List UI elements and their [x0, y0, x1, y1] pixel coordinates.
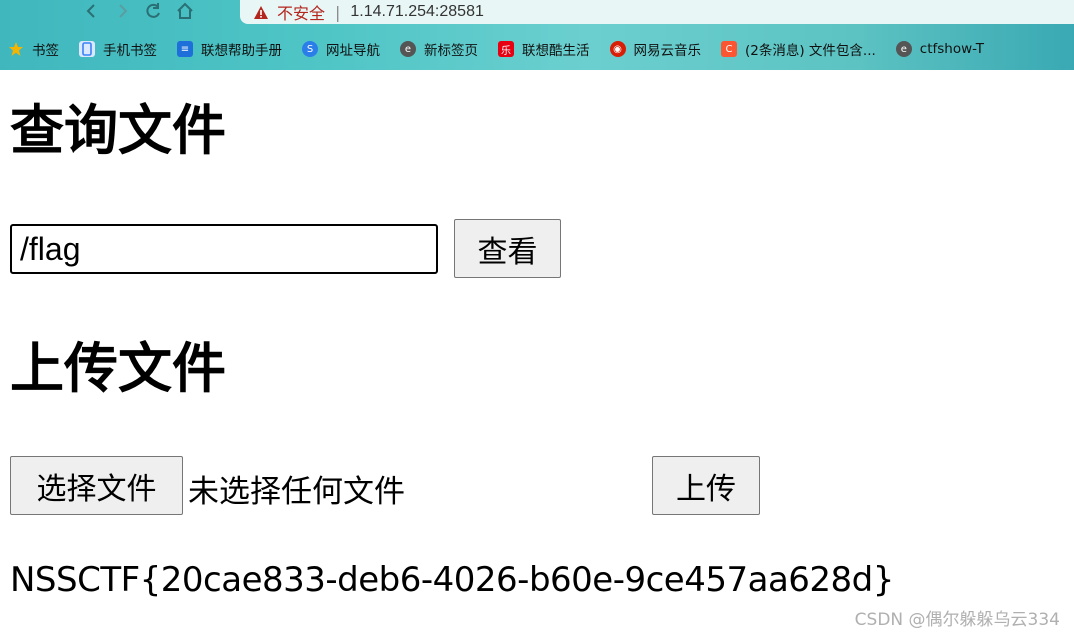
address-separator: |	[335, 2, 341, 22]
flag-output: NSSCTF{20cae833-deb6-4026-b60e-9ce457aa6…	[10, 560, 894, 600]
security-label[interactable]: 不安全	[277, 0, 325, 24]
doc-icon: ≡	[177, 41, 193, 57]
warning-icon	[253, 5, 269, 20]
no-file-label: 未选择任何文件	[188, 474, 405, 510]
reload-icon[interactable]	[144, 2, 162, 20]
bookmark-label: 手机书签	[103, 43, 157, 59]
page-content: 查询文件 查看 上传文件 选择文件 未选择任何文件 上传 NSSCTF{20ca…	[0, 70, 1074, 640]
e-icon: e	[895, 41, 912, 57]
bookmark-label: 联想帮助手册	[201, 43, 282, 59]
e-icon: e	[400, 41, 416, 57]
phone-icon	[79, 41, 95, 57]
bookmark-item[interactable]: 书签	[8, 39, 59, 59]
lenovo-icon: 乐	[498, 41, 514, 57]
watermark: CSDN @偶尔躲躲乌云334	[854, 610, 1060, 630]
browser-chrome: 不安全 | 1.14.71.254:28581 书签 手机书签 ≡ 联想帮助手册…	[0, 0, 1074, 70]
query-heading: 查询文件	[10, 99, 226, 162]
bookmark-item[interactable]: ≡ 联想帮助手册	[177, 39, 282, 59]
bookmarks-bar: 书签 手机书签 ≡ 联想帮助手册 S 网址导航 e 新标签页 乐 联想酷生活 ◉…	[0, 32, 1074, 66]
bookmark-item[interactable]: C (2条消息) 文件包含...	[721, 39, 876, 59]
bookmark-label: ctfshow-T	[919, 41, 985, 57]
forward-icon[interactable]	[114, 3, 130, 19]
netease-icon: ◉	[609, 41, 626, 57]
nav-s-icon: S	[302, 41, 318, 57]
address-bar[interactable]: 不安全 | 1.14.71.254:28581	[240, 0, 1074, 24]
bookmark-label: 网址导航	[326, 43, 380, 59]
csdn-icon: C	[721, 41, 737, 57]
bookmark-item[interactable]: 乐 联想酷生活	[498, 39, 590, 59]
upload-heading: 上传文件	[10, 337, 226, 400]
bookmark-label: 新标签页	[424, 43, 478, 59]
bookmark-item[interactable]: 手机书签	[79, 39, 157, 59]
nav-buttons	[84, 0, 194, 22]
bookmark-item[interactable]: e ctfshow-T	[895, 41, 985, 57]
bookmark-label: 书签	[32, 43, 59, 59]
bookmark-label: 网易云音乐	[633, 43, 702, 59]
url-text[interactable]: 1.14.71.254:28581	[350, 3, 483, 21]
bookmark-item[interactable]: S 网址导航	[302, 39, 380, 59]
bookmark-label: (2条消息) 文件包含...	[745, 43, 876, 59]
home-icon[interactable]	[176, 2, 194, 20]
upload-button[interactable]: 上传	[652, 456, 760, 515]
filename-input[interactable]	[10, 224, 438, 274]
view-button[interactable]: 查看	[454, 219, 561, 278]
bookmark-label: 联想酷生活	[522, 43, 590, 59]
back-icon[interactable]	[84, 3, 100, 19]
choose-file-button[interactable]: 选择文件	[10, 456, 183, 515]
star-icon	[8, 41, 24, 57]
bookmark-item[interactable]: ◉ 网易云音乐	[609, 39, 702, 59]
bookmark-item[interactable]: e 新标签页	[400, 39, 478, 59]
